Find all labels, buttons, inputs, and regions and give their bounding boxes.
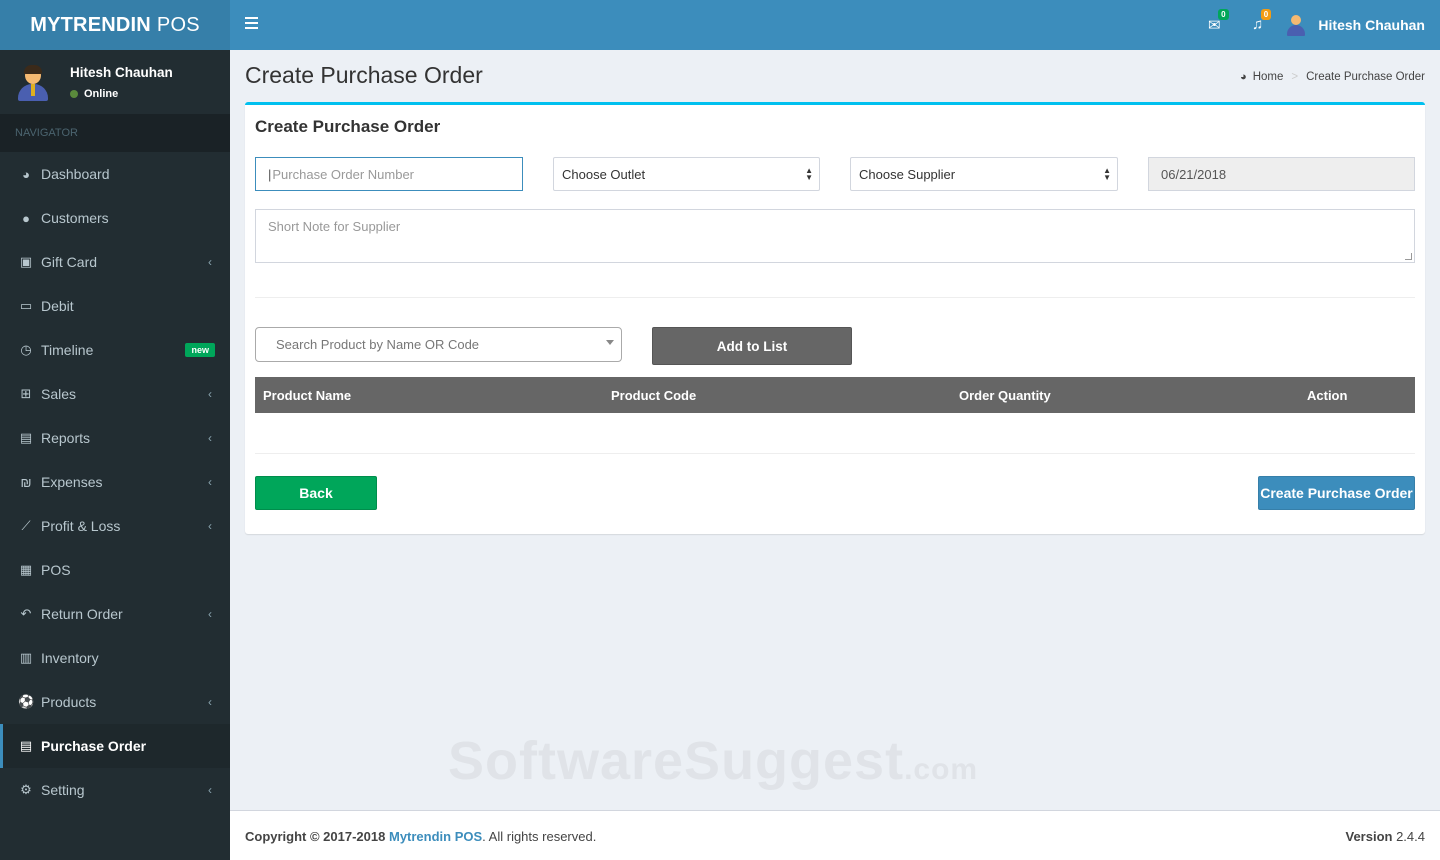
gift-icon: ▣	[19, 254, 33, 269]
column-header-product-code: Product Code	[611, 388, 697, 403]
calculator-icon: ▦	[19, 562, 33, 577]
menu-toggle-icon[interactable]	[245, 17, 258, 29]
reply-icon: ↶	[20, 606, 32, 621]
column-header-order-quantity: Order Quantity	[959, 388, 1051, 403]
box-title: Create Purchase Order	[255, 117, 441, 136]
divider	[255, 453, 1415, 454]
sidebar-item-expenses[interactable]: ₪ Expenses ‹	[0, 460, 230, 504]
user-menu-name: Hitesh Chauhan	[1318, 17, 1425, 33]
product-search-select[interactable]: Search Product by Name OR Code	[255, 327, 622, 362]
sidebar-item-timeline[interactable]: ◷ Timeline new	[0, 328, 230, 372]
sidebar-item-inventory[interactable]: ▥ Inventory	[0, 636, 230, 680]
cart-icon: ⊞	[20, 386, 32, 401]
chevron-left-icon: ‹	[208, 431, 212, 445]
brand-name: MYTRENDIN	[30, 13, 151, 36]
chevron-left-icon: ‹	[208, 475, 212, 489]
chevron-left-icon: ‹	[208, 783, 212, 797]
user-menu[interactable]: Hitesh Chauhan	[1286, 0, 1425, 50]
sidebar-item-dashboard[interactable]: ◕ Dashboard	[0, 152, 230, 196]
outlet-select[interactable]: Choose Outlet ▲ ▼	[553, 157, 820, 191]
dashboard-icon: ◕	[1240, 71, 1247, 83]
sidebar-item-reports[interactable]: ▤ Reports ‹	[0, 416, 230, 460]
supplier-select[interactable]: Choose Supplier ▲ ▼	[850, 157, 1118, 191]
order-date-field: 06/21/2018	[1148, 157, 1415, 191]
back-button[interactable]: Back	[255, 476, 377, 510]
version-info: Version 2.4.4	[1345, 829, 1425, 844]
database-icon: ▥	[19, 650, 33, 665]
select-arrows-icon: ▲ ▼	[805, 166, 813, 182]
sidebar-item-profit-loss[interactable]: ⟋ Profit & Loss ‹	[0, 504, 230, 548]
sidebar-item-return-order[interactable]: ↶ Return Order ‹	[0, 592, 230, 636]
notifications-button[interactable]: ♫ 0	[1252, 9, 1272, 33]
copyright: Copyright © 2017-2018 Mytrendin POS. All…	[245, 829, 597, 844]
page-title: Create Purchase Order	[245, 62, 483, 88]
soccer-ball-icon: ⚽	[18, 694, 35, 709]
breadcrumb-current: Create Purchase Order	[1306, 71, 1425, 83]
user-icon: ●	[22, 210, 30, 226]
chevron-left-icon: ‹	[208, 607, 212, 621]
po-number-input[interactable]: | Purchase Order Number	[255, 157, 523, 191]
line-chart-icon: ⟋	[21, 518, 31, 533]
supplier-note-textarea[interactable]: Short Note for Supplier	[255, 209, 1415, 263]
nav-header: NAVIGATOR	[0, 114, 230, 152]
company-link[interactable]: Mytrendin POS	[389, 829, 482, 844]
watermark: SoftwareSuggest.com	[448, 731, 979, 791]
money-icon: ▭	[19, 298, 33, 313]
messages-count-badge: 0	[1218, 9, 1229, 20]
avatar	[1286, 13, 1306, 37]
product-table-header: Product Name Product Code Order Quantity…	[255, 377, 1415, 413]
sidebar-item-setting[interactable]: ⚙ Setting ‹	[0, 768, 230, 812]
purchase-order-form: Create Purchase Order | Purchase Order Nu…	[245, 102, 1425, 534]
add-to-list-button[interactable]: Add to List	[652, 327, 852, 365]
sidebar: MYTRENDIN POS Hitesh Chauhan Online NAVI…	[0, 0, 230, 860]
sidebar-item-products[interactable]: ⚽ Products ‹	[0, 680, 230, 724]
clock-icon: ◷	[20, 342, 32, 357]
footer: Copyright © 2017-2018 Mytrendin POS. All…	[230, 810, 1440, 860]
gear-icon: ⚙	[20, 782, 32, 797]
brand-logo[interactable]: MYTRENDIN POS	[0, 0, 230, 50]
resize-handle-icon[interactable]	[1405, 253, 1412, 260]
avatar	[16, 63, 50, 101]
user-name: Hitesh Chauhan	[70, 64, 173, 80]
divider	[255, 297, 1415, 298]
column-header-product-name: Product Name	[263, 388, 352, 403]
status-dot-icon	[70, 89, 78, 98]
brand-suffix: POS	[156, 13, 200, 36]
chevron-left-icon: ‹	[208, 519, 212, 533]
book-icon: ▤	[19, 738, 33, 753]
sidebar-item-debit[interactable]: ▭ Debit	[0, 284, 230, 328]
user-panel: Hitesh Chauhan Online	[0, 50, 230, 114]
chevron-left-icon: ‹	[208, 255, 212, 269]
create-purchase-order-button[interactable]: Create Purchase Order	[1258, 476, 1415, 510]
new-badge: new	[185, 343, 215, 357]
notifications-count-badge: 0	[1260, 9, 1272, 20]
currency-icon: ₪	[20, 474, 32, 490]
top-navbar: ✉ 0 ♫ 0 Hitesh Chauhan	[230, 0, 1440, 50]
select-arrows-icon: ▲ ▼	[1103, 166, 1111, 182]
dashboard-icon: ◕	[22, 166, 30, 182]
column-header-action: Action	[1307, 388, 1348, 403]
sidebar-item-gift-card[interactable]: ▣ Gift Card ‹	[0, 240, 230, 284]
messages-button[interactable]: ✉ 0	[1208, 9, 1229, 34]
caret-down-icon	[606, 340, 614, 345]
chevron-left-icon: ‹	[208, 387, 212, 401]
sidebar-item-purchase-order[interactable]: ▤ Purchase Order	[0, 724, 230, 768]
breadcrumb-separator: >	[1291, 71, 1299, 83]
chevron-left-icon: ‹	[208, 695, 212, 709]
sidebar-item-sales[interactable]: ⊞ Sales ‹	[0, 372, 230, 416]
breadcrumb: ◕ Home > Create Purchase Order	[1240, 71, 1425, 83]
book-icon: ▤	[19, 430, 33, 445]
user-status: Online	[70, 88, 173, 100]
sidebar-item-customers[interactable]: ● Customers	[0, 196, 230, 240]
sidebar-item-pos[interactable]: ▦ POS	[0, 548, 230, 592]
breadcrumb-home[interactable]: Home	[1253, 71, 1284, 83]
content-header: Create Purchase Order ◕ Home > Create Pu…	[245, 60, 1425, 94]
